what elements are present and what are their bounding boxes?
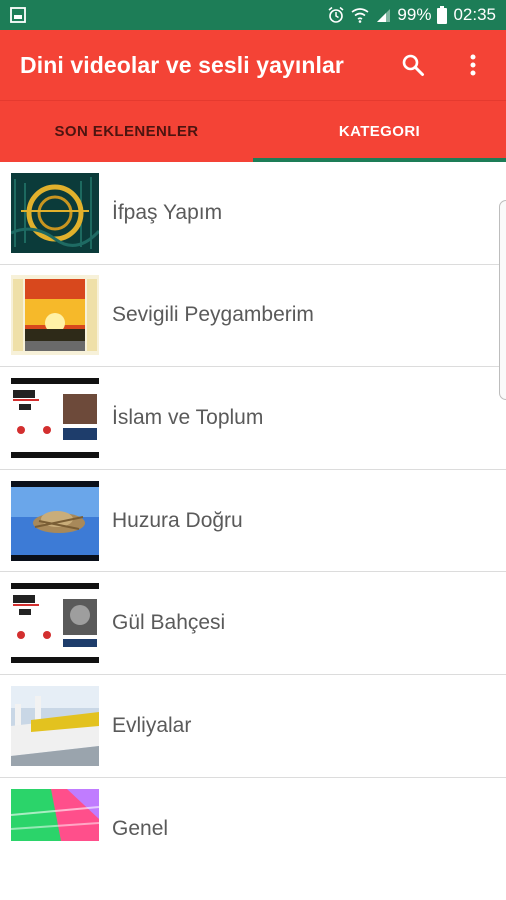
category-thumbnail [11, 788, 99, 869]
category-label: Sevigili Peygamberim [112, 303, 314, 327]
category-label: Gül Bahçesi [112, 611, 226, 635]
category-thumbnail [11, 377, 99, 458]
more-vert-icon [470, 54, 476, 76]
search-icon [402, 54, 424, 76]
clock: 02:35 [453, 5, 496, 24]
tab-son-eklenenler[interactable]: SON EKLENENLER [0, 101, 253, 162]
battery-percent: 99% [397, 5, 432, 24]
app-title: Dini videolar ve sesli yayınlar [20, 51, 344, 78]
list-item[interactable]: Huzura Doğru [0, 470, 506, 573]
category-label: Huzura Doğru [112, 508, 243, 532]
category-thumbnail [11, 480, 99, 561]
list-item[interactable]: İslam ve Toplum [0, 367, 506, 470]
list-item[interactable]: Genel [0, 778, 506, 881]
signal-icon [377, 9, 391, 22]
category-thumbnail [11, 583, 99, 664]
search-button[interactable] [400, 52, 426, 78]
category-label: İfpaş Yapım [112, 200, 223, 224]
fast-scroll-handle[interactable] [499, 200, 506, 400]
gallery-notification-icon [10, 7, 26, 23]
wifi-icon [351, 8, 369, 23]
category-list: İfpaş Yapım Sevigili Peygamberim İslam v… [0, 162, 506, 880]
alarm-icon [328, 6, 344, 23]
tab-bar: SON EKLENENLER KATEGORI [0, 100, 506, 162]
list-item[interactable]: Sevigili Peygamberim [0, 265, 506, 368]
list-item[interactable]: Gül Bahçesi [0, 572, 506, 675]
app-bar: Dini videolar ve sesli yayınlar [0, 30, 506, 100]
status-bar: 99% 02:35 [0, 0, 506, 30]
list-item[interactable]: İfpaş Yapım [0, 162, 506, 265]
category-label: Genel [112, 816, 169, 840]
battery-icon [437, 6, 448, 24]
category-thumbnail [11, 172, 99, 253]
category-label: Evliyalar [112, 713, 192, 737]
list-item[interactable]: Evliyalar [0, 675, 506, 778]
category-thumbnail [11, 275, 99, 356]
category-label: İslam ve Toplum [112, 405, 264, 429]
overflow-menu-button[interactable] [460, 52, 486, 78]
tab-kategori[interactable]: KATEGORI [253, 101, 506, 162]
category-thumbnail [11, 685, 99, 766]
